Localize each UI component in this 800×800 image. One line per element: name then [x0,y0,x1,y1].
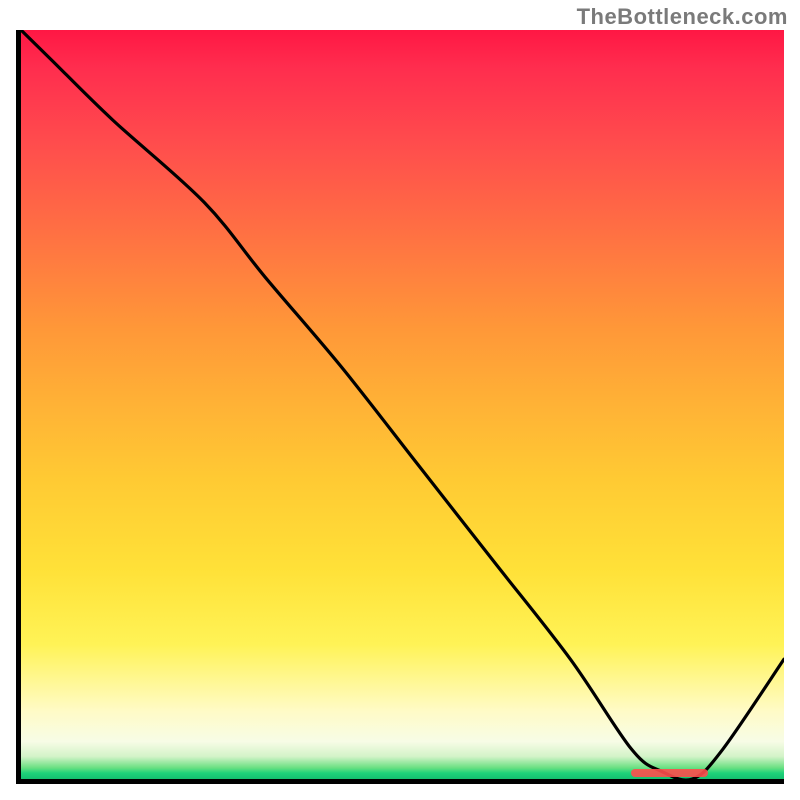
plot-area [16,30,784,784]
optimum-marker [631,769,707,777]
bottleneck-curve [21,30,784,779]
chart-container: TheBottleneck.com [0,0,800,800]
attribution-text: TheBottleneck.com [577,4,788,30]
